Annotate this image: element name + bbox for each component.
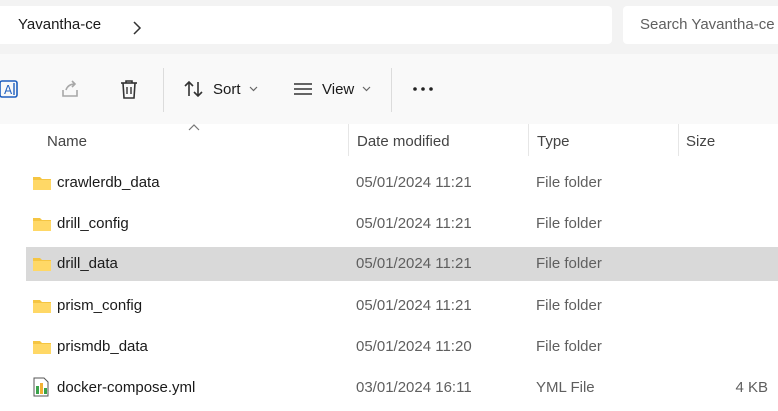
toolbar-separator [391, 68, 392, 112]
yml-file-icon [33, 377, 49, 397]
search-box[interactable]: Search Yavantha-ce [623, 6, 778, 44]
file-date-modified: 05/01/2024 11:21 [356, 215, 472, 232]
command-bar: A Sort View [0, 54, 778, 125]
file-size: 4 KB [735, 379, 768, 396]
sort-icon [184, 80, 203, 98]
chevron-down-icon [249, 86, 257, 92]
file-row[interactable]: crawlerdb_data 05/01/2024 11:21 File fol… [26, 166, 778, 200]
file-row[interactable]: drill_config 05/01/2024 11:21 File folde… [26, 207, 778, 241]
rename-icon[interactable]: A [0, 78, 20, 100]
column-header-size[interactable]: Size [686, 133, 715, 150]
column-header-type[interactable]: Type [537, 133, 570, 150]
view-list-icon [294, 83, 312, 95]
chevron-down-icon [362, 86, 371, 92]
file-row[interactable]: docker-compose.yml 03/01/2024 16:11 YML … [26, 371, 778, 405]
file-type: YML File [536, 379, 595, 396]
sort-ascending-caret-icon [188, 124, 200, 131]
column-header-row: Name Date modified Type Size [0, 124, 778, 160]
view-button[interactable]: View [292, 72, 371, 106]
address-bar[interactable]: Yavantha-ce [0, 6, 612, 44]
more-options-icon[interactable] [412, 78, 434, 100]
folder-icon [33, 300, 51, 313]
folder-icon [33, 258, 51, 271]
column-divider[interactable] [528, 124, 529, 156]
breadcrumb-current-folder[interactable]: Yavantha-ce [18, 16, 101, 33]
file-name: docker-compose.yml [57, 379, 196, 396]
file-name: drill_config [57, 215, 129, 232]
file-date-modified: 05/01/2024 11:21 [356, 297, 472, 314]
folder-icon [33, 218, 51, 231]
column-header-date-modified[interactable]: Date modified [357, 133, 450, 150]
column-divider[interactable] [678, 124, 679, 156]
file-name: prismdb_data [57, 338, 148, 355]
file-row[interactable]: prismdb_data 05/01/2024 11:20 File folde… [26, 330, 778, 364]
folder-icon [33, 177, 51, 190]
svg-text:A: A [4, 83, 13, 97]
folder-icon [33, 341, 51, 354]
delete-icon[interactable] [118, 78, 140, 100]
file-date-modified: 05/01/2024 11:21 [356, 255, 472, 272]
sort-label: Sort [213, 80, 241, 98]
file-type: File folder [536, 255, 602, 272]
chevron-right-icon[interactable] [132, 21, 142, 35]
file-row-selected[interactable]: drill_data 05/01/2024 11:21 File folder [26, 247, 778, 281]
file-name: prism_config [57, 297, 143, 314]
column-divider[interactable] [348, 124, 349, 156]
file-date-modified: 05/01/2024 11:21 [356, 174, 472, 191]
file-type: File folder [536, 174, 602, 191]
file-name: crawlerdb_data [57, 174, 160, 191]
toolbar-separator [163, 68, 164, 112]
file-date-modified: 05/01/2024 11:20 [356, 338, 472, 355]
column-header-name[interactable]: Name [47, 133, 87, 150]
sort-button[interactable]: Sort [183, 72, 258, 106]
file-type: File folder [536, 338, 602, 355]
view-label: View [322, 80, 355, 98]
search-input[interactable]: Search Yavantha-ce [640, 16, 775, 33]
file-name: drill_data [57, 255, 118, 272]
share-icon[interactable] [59, 78, 81, 100]
file-type: File folder [536, 215, 602, 232]
file-type: File folder [536, 297, 602, 314]
address-bar-row: Yavantha-ce Search Yavantha-ce [0, 0, 778, 54]
file-date-modified: 03/01/2024 16:11 [356, 379, 472, 396]
file-row[interactable]: prism_config 05/01/2024 11:21 File folde… [26, 289, 778, 323]
